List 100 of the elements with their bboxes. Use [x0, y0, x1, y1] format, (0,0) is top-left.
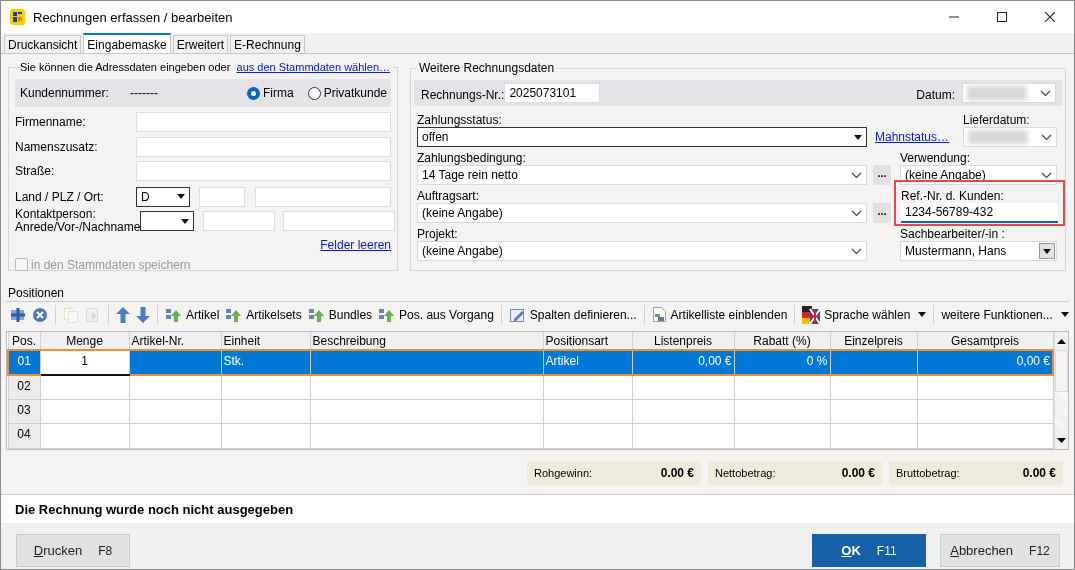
clear-fields-link[interactable]: Felder leeren: [320, 237, 391, 252]
app-icon: [10, 9, 25, 25]
field-label: Namenszusatz:: [15, 139, 99, 154]
dunning-status-link[interactable]: Mahnstatus…: [875, 130, 955, 144]
edit-columns-icon: [508, 306, 526, 323]
chevron-icon: [1041, 133, 1052, 141]
tab[interactable]: Erweitert: [172, 35, 229, 53]
payment-terms-dropdown[interactable]: 14 Tage rein netto: [417, 165, 867, 185]
table-cell: Stk.: [223, 354, 245, 368]
invoice-number-field[interactable]: 2025073101: [504, 83, 601, 103]
field-label: Straße:: [15, 164, 56, 179]
customer-number: -------: [130, 86, 159, 100]
customer-ref-field[interactable]: 1234-56789-432: [901, 203, 1058, 223]
field-label: Kontaktperson: Anrede/Vor-/Nachname: [15, 208, 141, 235]
toolbar-button[interactable]: Bundles: [304, 303, 376, 326]
table-cell: 04: [17, 427, 31, 442]
more-button[interactable]: ...: [873, 165, 891, 185]
insert-arrow-icon: [165, 306, 182, 323]
toolbar-button[interactable]: Artikelsets: [222, 303, 305, 326]
delivery-date-dropdown[interactable]: [963, 127, 1057, 147]
field-label: Lieferdatum:: [963, 113, 1031, 127]
text-field[interactable]: [136, 161, 391, 182]
last-name-field[interactable]: [283, 211, 396, 232]
tab[interactable]: Druckansicht: [4, 35, 82, 53]
caret-icon: [918, 312, 927, 317]
chevron-icon: [851, 247, 862, 255]
toolbar-button[interactable]: weitere Funktionen...: [938, 303, 1072, 326]
total-value: 0.00 €: [841, 466, 875, 480]
clerk-dropdown[interactable]: Mustermann, Hans: [900, 241, 1057, 261]
radio-circle[interactable]: [246, 86, 260, 100]
field-label: Zahlungsstatus:: [417, 113, 503, 127]
toolbar-button[interactable]: Spalten definieren...: [505, 303, 640, 326]
more-button[interactable]: ...: [873, 203, 891, 223]
total-label: Nettobetrag:: [715, 467, 776, 479]
scroll-up-icon[interactable]: [1057, 338, 1066, 344]
intro-text: Sie können die Adressdaten eingeben oder: [20, 61, 231, 73]
payment-status-dropdown[interactable]: offen: [417, 127, 867, 147]
text-field[interactable]: [136, 112, 391, 133]
table-cell: Artikel: [545, 354, 579, 368]
close-icon[interactable]: [1045, 12, 1055, 22]
toolbar-button[interactable]: Sprache wählen: [799, 303, 930, 326]
field-label: Firmenname:: [15, 115, 87, 130]
scroll-down-icon[interactable]: [1057, 437, 1066, 443]
city-field[interactable]: [255, 186, 391, 207]
arrow-up-icon[interactable]: [116, 306, 130, 323]
table-cell: 0,00 €: [698, 354, 732, 368]
table-cell: 0 %: [806, 354, 828, 368]
dialog-button[interactable]: Drucken F8: [16, 534, 130, 567]
total-label: Rohgewinn:: [534, 467, 593, 479]
field-label: Land / PLZ / Ort:: [15, 189, 105, 204]
caret-icon: [1060, 312, 1069, 317]
dialog-button[interactable]: OK F11: [812, 534, 926, 567]
caret-icon: [177, 194, 185, 200]
table-cell: 0,00 €: [1016, 354, 1050, 368]
field-label: Sachbearbeiter/-in :: [900, 227, 1006, 241]
tab[interactable]: E-Rechnung: [230, 35, 305, 53]
total-value: 0.00 €: [1022, 466, 1056, 480]
table-row[interactable]: 04: [8, 423, 1053, 449]
table-cell: 1: [81, 354, 88, 368]
chevron-icon: [851, 171, 862, 179]
scrollbar-thumb[interactable]: [1055, 350, 1068, 392]
radio-circle[interactable]: [307, 86, 321, 100]
text-field[interactable]: [136, 136, 391, 157]
salutation-dropdown[interactable]: [140, 211, 195, 232]
arrow-down-icon[interactable]: [136, 306, 150, 323]
flag-icon: [802, 305, 821, 324]
table-row[interactable]: 01 1 Stk. Artikel 0,00 € 0 % 0,00 €: [8, 350, 1053, 375]
delete-icon[interactable]: [32, 306, 48, 323]
table-row[interactable]: 02: [8, 374, 1053, 400]
table-cell: 03: [17, 402, 31, 417]
table-row[interactable]: 03: [8, 399, 1053, 424]
total-label: Bruttobetrag:: [896, 467, 960, 479]
tab[interactable]: Eingabemaske: [83, 33, 171, 53]
caret-icon: [854, 134, 862, 140]
first-name-field[interactable]: [203, 211, 276, 232]
dialog-button[interactable]: Abbrechen F12: [940, 534, 1060, 567]
insert-arrow-icon: [225, 306, 243, 323]
field-label: Datum:: [916, 88, 955, 102]
field-label: Ref.-Nr. d. Kunden:: [901, 189, 1005, 203]
toolbar-button[interactable]: Artikelliste einblenden: [648, 303, 791, 326]
table-cell: 01: [17, 354, 31, 368]
maximize-icon[interactable]: [997, 12, 1007, 22]
field-label: Kundennummer:: [20, 86, 110, 100]
insert-arrow-icon: [307, 306, 325, 323]
toolbar-button[interactable]: Artikel: [162, 303, 223, 326]
add-row-icon[interactable]: [10, 306, 26, 323]
field-label: Auftragsart:: [417, 189, 481, 203]
zip-field[interactable]: [199, 186, 245, 207]
table-cell: 02: [17, 378, 31, 393]
status-message: Die Rechnung wurde noch nicht ausgegeben: [15, 502, 294, 517]
radio-option[interactable]: Privatkunde: [307, 86, 387, 100]
order-type-dropdown[interactable]: (keine Angabe): [417, 203, 867, 223]
country-dropdown[interactable]: D: [136, 186, 190, 207]
project-dropdown[interactable]: (keine Angabe): [417, 241, 867, 261]
toolbar-button[interactable]: Pos. aus Vorgang: [375, 303, 497, 326]
radio-option[interactable]: Firma: [246, 86, 294, 100]
date-dropdown[interactable]: [962, 83, 1056, 103]
stammdaten-link[interactable]: aus den Stammdaten wählen…: [236, 61, 390, 73]
field-label: Verwendung:: [900, 151, 972, 165]
total-value: 0.00 €: [660, 466, 694, 480]
